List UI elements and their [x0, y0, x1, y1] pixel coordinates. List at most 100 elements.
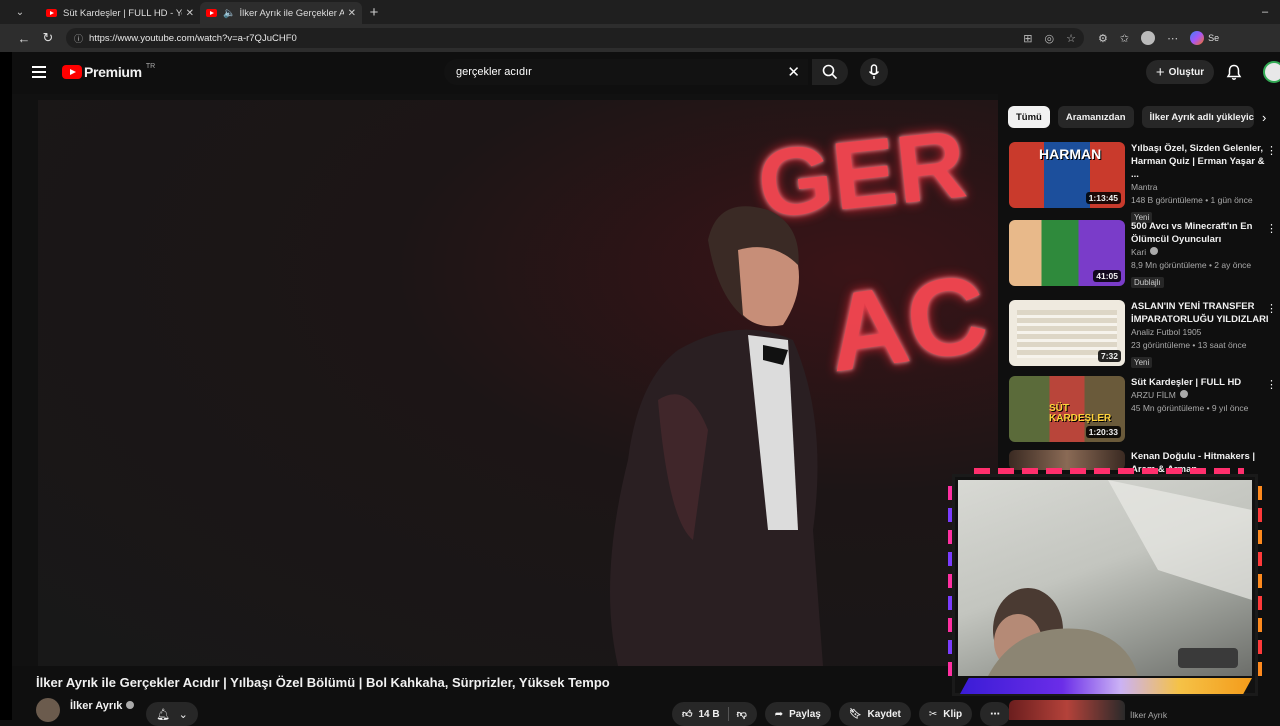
bell-icon [1226, 64, 1242, 80]
app-install-icon[interactable]: ⊞ [1023, 32, 1032, 45]
verified-icon [126, 701, 135, 709]
recommendation-stats: 148 B görüntüleme • 1 gün önce [1131, 195, 1253, 205]
channel-text: ARZU FİLM [1131, 390, 1176, 400]
clip-button[interactable]: ✂ Klip [918, 702, 973, 726]
more-options-icon[interactable]: ⋮ [1266, 378, 1277, 391]
tab-title: İlker Ayrık ile Gerçekler Acıdır [239, 7, 344, 19]
extensions-icon[interactable]: ⚙ [1098, 32, 1108, 45]
recommendation-channel: Kari [1131, 246, 1271, 259]
recommendation-item[interactable]: SÜT KARDEŞLER 1:20:33 Süt Kardeşler | FU… [1009, 376, 1277, 442]
youtube-header: Premium TR gerçekler acıdır ✕ + Oluştur [12, 52, 1280, 94]
share-button[interactable]: ➦ Paylaş [764, 702, 831, 726]
recommendation-channel: Analiz Futbol 1905 [1131, 327, 1202, 337]
bookmark-icon: 🔖︎ [848, 708, 862, 720]
like-count: 14 B [698, 708, 720, 720]
search-input[interactable]: gerçekler acıdır ✕ [444, 59, 808, 85]
video-frame: GER AC [38, 100, 998, 666]
browser-tab[interactable]: Süt Kardeşler | FULL HD - YouTube ✕ [40, 2, 200, 24]
tracking-icon[interactable]: ◎ [1045, 32, 1055, 45]
recommendation-channel: İlker Ayrık [1130, 710, 1168, 720]
favorites-icon[interactable]: ✩ [1120, 32, 1129, 45]
recommendation-item[interactable]: 7:32 ASLAN'IN YENİ TRANSFER İMPARATORLUĞ… [1009, 300, 1277, 370]
notifications-button[interactable] [1226, 64, 1242, 86]
region-code: TR [145, 62, 156, 70]
account-avatar[interactable] [1263, 61, 1280, 83]
recommendation-channel: Mantra [1131, 182, 1158, 192]
channel-name-text: İlker Ayrık [70, 700, 123, 712]
browser-toolbar: ← ↻ ⓘ https://www.youtube.com/watch?v=a-… [0, 24, 1280, 52]
favorite-star-icon[interactable]: ☆ [1066, 32, 1076, 45]
video-player[interactable]: GER AC [12, 94, 998, 666]
site-info-icon[interactable]: ⓘ [74, 32, 83, 45]
chip-uploader[interactable]: İlker Ayrık adlı yükleyici [1141, 106, 1254, 128]
new-tab-icon[interactable]: + [362, 4, 386, 21]
duration-badge: 7:32 [1097, 350, 1121, 362]
bell-outline-icon: 🔔︎ [156, 708, 171, 721]
thumbs-up-icon: 👍︎ [682, 709, 693, 720]
more-menu-icon[interactable]: ⋯ [1167, 32, 1178, 45]
recommendation-title: Süt Kardeşler | FULL HD [1131, 377, 1242, 388]
video-thumbnail[interactable]: 7:32 [1009, 300, 1125, 366]
recommendation-item[interactable]: HARMAN 1:13:45 Yılbaşı Özel, Sizden Gele… [1009, 142, 1277, 225]
save-label: Kaydet [867, 708, 901, 720]
hamburger-menu-icon[interactable] [32, 66, 46, 78]
thumbs-down-icon[interactable]: 👎︎ [737, 708, 747, 720]
video-thumbnail[interactable]: 41:05 [1009, 220, 1125, 286]
overlay-gradient-bar [960, 678, 1252, 694]
streamer-figure [988, 480, 1252, 676]
reload-icon[interactable]: ↻ [36, 30, 60, 46]
more-options-icon[interactable]: ⋮ [1266, 222, 1277, 235]
scissors-icon: ✂ [928, 708, 938, 720]
tab-list-menu-icon[interactable]: ⌄ [0, 0, 40, 24]
recommendation-title: ASLAN'IN YENİ TRANSFER İMPARATORLUĞU YIL… [1131, 301, 1269, 325]
clear-search-icon[interactable]: ✕ [787, 63, 800, 81]
profile-avatar[interactable] [1141, 31, 1156, 45]
video-title: İlker Ayrık ile Gerçekler Acıdır | Yılba… [36, 675, 610, 690]
chip-all[interactable]: Tümü [1008, 106, 1050, 128]
youtube-favicon-icon [46, 9, 57, 17]
browser-tab-bar: ⌄ Süt Kardeşler | FULL HD - YouTube ✕ 🔈 … [0, 0, 1280, 24]
like-button[interactable]: 👍︎ 14 B 👎︎ [672, 702, 757, 726]
copilot-icon[interactable] [1190, 31, 1205, 45]
channel-avatar[interactable] [36, 698, 60, 722]
recommendation-item[interactable]: 41:05 500 Avcı vs Minecraft'ın En Ölümcü… [1009, 220, 1277, 290]
share-label: Paylaş [789, 708, 821, 720]
verified-icon [1150, 247, 1159, 255]
tab-close-icon[interactable]: ✕ [186, 8, 194, 19]
search-icon [822, 64, 838, 80]
recommendation-title: 500 Avcı vs Minecraft'ın En Ölümcül Oyun… [1131, 221, 1253, 245]
video-thumbnail[interactable]: HARMAN 1:13:45 [1009, 142, 1125, 208]
youtube-logo[interactable]: Premium TR [62, 62, 156, 80]
create-button[interactable]: + Oluştur [1146, 60, 1214, 84]
logo-text: Premium [84, 64, 142, 80]
browser-tab-active[interactable]: 🔈 İlker Ayrık ile Gerçekler Acıdır ✕ [200, 2, 362, 24]
tab-close-icon[interactable]: ✕ [348, 8, 356, 19]
clip-label: Klip [943, 708, 963, 720]
save-button[interactable]: 🔖︎ Kaydet [838, 702, 911, 726]
channel-name[interactable]: İlker Ayrık [70, 700, 135, 712]
subscription-bell-button[interactable]: 🔔︎ ⌄ [146, 702, 198, 726]
chip-from-search[interactable]: Aramanızdan [1057, 106, 1134, 128]
video-thumbnail[interactable] [1009, 700, 1125, 720]
more-options-icon[interactable]: ⋮ [1266, 302, 1277, 315]
more-options-icon[interactable]: ⋮ [1266, 144, 1277, 157]
chevron-right-icon[interactable]: › [1262, 110, 1266, 125]
video-thumbnail[interactable]: SÜT KARDEŞLER 1:20:33 [1009, 376, 1125, 442]
video-actions: 👍︎ 14 B 👎︎ ➦ Paylaş 🔖︎ Kaydet ✂ Klip ⋯ [672, 702, 1011, 726]
thumbnail-text: SÜT KARDEŞLER [1049, 403, 1112, 424]
minimize-icon[interactable]: – [1250, 6, 1280, 18]
microphone-icon [868, 64, 880, 79]
recommendation-title: Yılbaşı Özel, Sizden Gelenler, Harman Qu… [1131, 143, 1265, 180]
copilot-label[interactable]: Se [1208, 33, 1219, 43]
more-icon: ⋯ [990, 708, 1001, 720]
search-button[interactable] [812, 59, 848, 85]
speaker-icon[interactable]: 🔈 [223, 8, 235, 19]
thumbnail-text: HARMAN [1039, 146, 1102, 162]
tab-title: Süt Kardeşler | FULL HD - YouTube [63, 7, 182, 19]
more-actions-button[interactable]: ⋯ [980, 702, 1011, 726]
duration-badge: 1:13:45 [1085, 192, 1121, 204]
new-badge: Yeni [1131, 357, 1153, 368]
voice-search-button[interactable] [860, 58, 888, 86]
back-icon[interactable]: ← [12, 31, 36, 46]
address-bar[interactable]: ⓘ https://www.youtube.com/watch?v=a-r7QJ… [66, 28, 1084, 48]
